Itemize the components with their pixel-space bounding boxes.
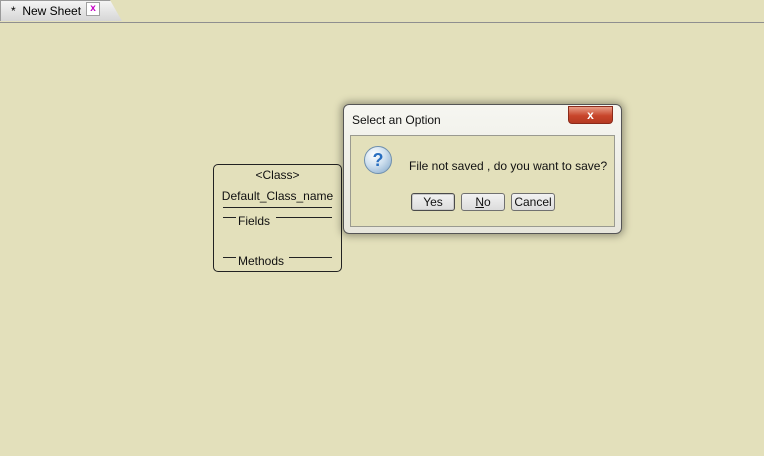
save-dialog: Select an Option x ? File not saved , do… [343,104,622,234]
tab-bar: * New Sheet x [0,0,764,23]
dialog-title: Select an Option [352,113,441,127]
class-name: Default_Class_name [221,189,334,203]
dialog-close-button[interactable]: x [568,106,613,124]
no-button-mnemonic: N [475,195,484,209]
dialog-body: ? File not saved , do you want to save? … [350,135,615,227]
tab-close-icon[interactable]: x [86,2,100,16]
no-button[interactable]: No [461,193,505,211]
name-divider [223,207,332,208]
class-stereotype: <Class> [255,168,300,182]
yes-button[interactable]: Yes [411,193,455,211]
fields-divider-right [276,217,332,218]
question-icon: ? [364,146,392,174]
methods-label: Methods [238,254,285,268]
methods-divider-right [289,257,332,258]
no-button-label-rest: o [483,195,491,209]
tab-new-sheet[interactable]: * New Sheet [0,0,122,21]
cancel-button[interactable]: Cancel [511,193,555,211]
fields-divider-left [223,217,236,218]
methods-divider-left [223,257,236,258]
dialog-message: File not saved , do you want to save? [409,159,608,173]
uml-class-box[interactable]: <Class> Default_Class_name Fields Method… [213,164,342,272]
fields-label: Fields [238,214,271,228]
tab-label: * New Sheet [11,4,82,18]
